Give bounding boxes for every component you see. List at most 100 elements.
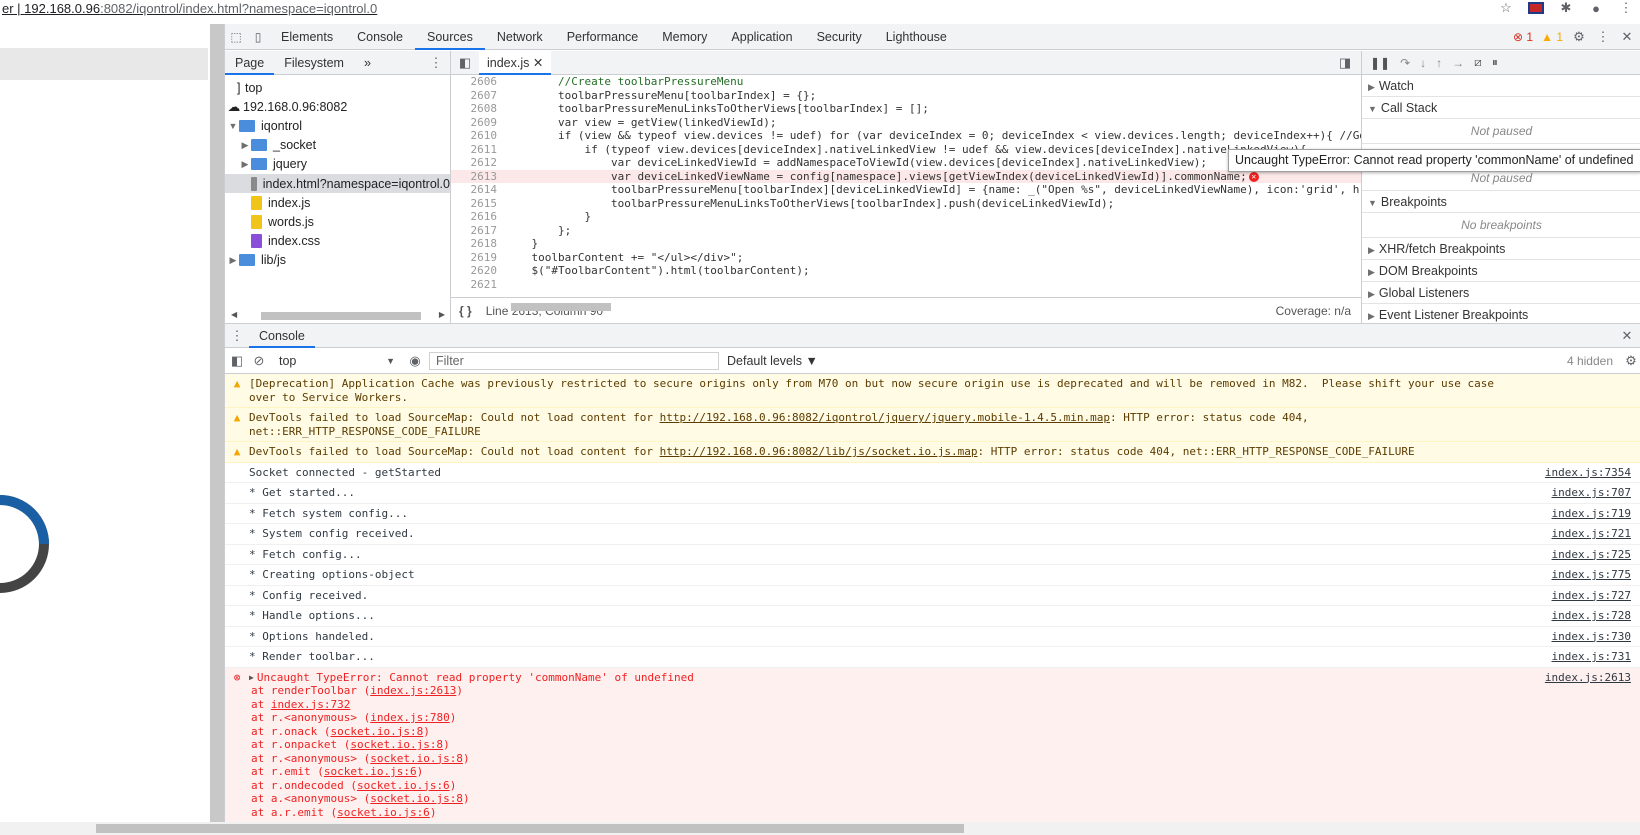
live-expression-eye-icon[interactable]: ◉ bbox=[407, 353, 423, 369]
tab-network[interactable]: Network bbox=[485, 24, 555, 50]
code-line[interactable]: 2611 if (typeof view.devices[deviceIndex… bbox=[451, 143, 1361, 157]
tab-console-drawer[interactable]: Console bbox=[249, 324, 315, 348]
section-call-stack[interactable]: ▼ Call Stack bbox=[1362, 97, 1640, 119]
code-line[interactable]: 2613 var deviceLinkedViewName = config[n… bbox=[451, 169, 1361, 184]
step-icon[interactable]: → bbox=[1452, 56, 1464, 70]
more-tabs-icon[interactable]: » bbox=[354, 51, 381, 75]
drawer-menu-icon[interactable]: ⋮ bbox=[229, 328, 245, 344]
section-global-listeners[interactable]: ▶ Global Listeners bbox=[1362, 282, 1640, 304]
line-number[interactable]: 2612 bbox=[451, 156, 505, 170]
code-line[interactable]: 2616 } bbox=[451, 210, 1361, 224]
console-error[interactable]: ⊗ ▶ Uncaught TypeError: Cannot read proper… bbox=[225, 667, 1640, 823]
frame-link[interactable]: socket.io.js:8 bbox=[370, 792, 463, 805]
line-number[interactable]: 2611 bbox=[451, 143, 505, 157]
frame-link[interactable]: socket.io.js:8 bbox=[350, 738, 443, 751]
clear-console-icon[interactable]: ⊘ bbox=[251, 353, 267, 369]
deactivate-breakpoints-icon[interactable]: ⧄ bbox=[1474, 55, 1482, 70]
line-number[interactable]: 2621 bbox=[451, 278, 505, 290]
code-line[interactable]: 2615 toolbarPressureMenuLinksToOtherView… bbox=[451, 197, 1361, 211]
console-filter-input[interactable] bbox=[429, 351, 719, 370]
console-settings-gear-icon[interactable]: ⚙ bbox=[1623, 353, 1639, 369]
inspect-element-icon[interactable]: ⬚ bbox=[225, 26, 247, 48]
tree-item-index-js[interactable]: index.js bbox=[225, 193, 450, 212]
close-drawer-icon[interactable]: ✕ bbox=[1619, 328, 1635, 344]
source-link[interactable]: index.js:775 bbox=[1552, 568, 1631, 582]
scrollbar-thumb[interactable] bbox=[511, 303, 611, 311]
source-link[interactable]: index.js:727 bbox=[1552, 589, 1631, 603]
close-devtools-icon[interactable]: ✕ bbox=[1619, 29, 1635, 45]
code-line[interactable]: 2617 }; bbox=[451, 224, 1361, 238]
line-number[interactable]: 2620 bbox=[451, 264, 505, 278]
device-toolbar-icon[interactable]: ▯ bbox=[247, 26, 269, 48]
source-link[interactable]: index.js:731 bbox=[1552, 650, 1631, 664]
frame-link[interactable]: index.js:2613 bbox=[370, 684, 456, 697]
scroll-right-icon[interactable]: ▶ bbox=[439, 310, 445, 319]
section-breakpoints[interactable]: ▼ Breakpoints bbox=[1362, 191, 1640, 213]
code-line[interactable]: 2608 toolbarPressureMenuLinksToOtherView… bbox=[451, 102, 1361, 116]
step-out-icon[interactable]: ↑ bbox=[1436, 56, 1442, 70]
line-number[interactable]: 2613 bbox=[451, 170, 505, 184]
scrollbar-thumb[interactable] bbox=[261, 312, 421, 320]
section-dom-breakpoints[interactable]: ▶ DOM Breakpoints bbox=[1362, 260, 1640, 282]
expand-right-icon[interactable]: ▶ bbox=[249, 671, 254, 685]
tree-item-socket[interactable]: ▶ _socket bbox=[225, 136, 450, 155]
more-options-icon[interactable]: ⋮ bbox=[1595, 29, 1611, 45]
url-text[interactable]: er | 192.168.0.96:8082/iqontrol/index.ht… bbox=[2, 1, 377, 16]
code-line[interactable]: 2619 toolbarContent += "</ul></div>"; bbox=[451, 251, 1361, 265]
expand-down-icon[interactable]: ▼ bbox=[227, 121, 239, 131]
tree-item-lib-js[interactable]: ▶ lib/js bbox=[225, 251, 450, 270]
line-number[interactable]: 2616 bbox=[451, 210, 505, 224]
tab-security[interactable]: Security bbox=[805, 24, 874, 50]
step-into-icon[interactable]: ↓ bbox=[1420, 56, 1426, 70]
line-number[interactable]: 2619 bbox=[451, 251, 505, 265]
code-line[interactable]: 2607 toolbarPressureMenu[toolbarIndex] =… bbox=[451, 89, 1361, 103]
source-link[interactable]: index.js:719 bbox=[1552, 507, 1631, 521]
code-line[interactable]: 2609 var view = getView(linkedViewId); bbox=[451, 116, 1361, 130]
frame-link[interactable]: socket.io.js:6 bbox=[337, 806, 430, 819]
profile-avatar-icon[interactable]: ● bbox=[1588, 0, 1604, 16]
extensions-puzzle-icon[interactable]: ✱ bbox=[1558, 0, 1574, 16]
extension-icon[interactable] bbox=[1528, 2, 1544, 14]
pretty-print-icon[interactable]: { } bbox=[459, 304, 472, 318]
tree-item-iqontrol[interactable]: ▼ iqontrol bbox=[225, 116, 450, 135]
line-number[interactable]: 2609 bbox=[451, 116, 505, 130]
navigator-menu-icon[interactable]: ⋮ bbox=[428, 55, 444, 71]
tab-elements[interactable]: Elements bbox=[269, 24, 345, 50]
code-line[interactable]: 2621 bbox=[451, 278, 1361, 290]
tab-application[interactable]: Application bbox=[719, 24, 804, 50]
sourcemap-link[interactable]: http://192.168.0.96:8082/iqontrol/jquery… bbox=[660, 411, 1110, 424]
source-link[interactable]: index.js:707 bbox=[1552, 486, 1631, 500]
editor-tab-index-js[interactable]: index.js ✕ bbox=[479, 50, 552, 75]
expand-right-icon[interactable]: ▶ bbox=[239, 159, 251, 170]
tab-lighthouse[interactable]: Lighthouse bbox=[874, 24, 959, 50]
error-marker-icon[interactable]: ✕ bbox=[1248, 171, 1259, 182]
code-line[interactable]: 2606 //Create toolbarPressureMenu bbox=[451, 75, 1361, 89]
frame-link[interactable]: index.js:732 bbox=[271, 698, 350, 711]
tab-page[interactable]: Page bbox=[225, 51, 275, 75]
tree-item-top[interactable]: ] top bbox=[225, 78, 450, 97]
toggle-navigator-icon[interactable]: ◧ bbox=[457, 55, 473, 71]
log-levels-dropdown[interactable]: Default levels ▼ bbox=[727, 354, 818, 368]
expand-right-icon[interactable]: ▶ bbox=[239, 140, 251, 151]
browser-menu-icon[interactable]: ⋮ bbox=[1618, 0, 1634, 16]
code-line[interactable]: 2614 toolbarPressureMenu[toolbarIndex][d… bbox=[451, 183, 1362, 197]
tab-console[interactable]: Console bbox=[345, 24, 415, 50]
close-tab-icon[interactable]: ✕ bbox=[533, 56, 543, 70]
error-header[interactable]: ⊗ ▶ Uncaught TypeError: Cannot read proper… bbox=[225, 671, 1640, 685]
line-number[interactable]: 2607 bbox=[451, 89, 505, 103]
tab-performance[interactable]: Performance bbox=[555, 24, 651, 50]
tree-item-jquery[interactable]: ▶ jquery bbox=[225, 155, 450, 174]
address-bar[interactable]: er | 192.168.0.96:8082/iqontrol/index.ht… bbox=[0, 0, 1640, 16]
code-lines[interactable]: 2606 //Create toolbarPressureMenu 2607 to… bbox=[451, 75, 1361, 289]
sourcemap-link[interactable]: http://192.168.0.96:8082/lib/js/socket.i… bbox=[660, 445, 978, 458]
line-number[interactable]: 2610 bbox=[451, 129, 505, 143]
section-watch[interactable]: ▶ Watch bbox=[1362, 75, 1640, 97]
line-number[interactable]: 2618 bbox=[451, 237, 505, 251]
section-xhr-breakpoints[interactable]: ▶ XHR/fetch Breakpoints bbox=[1362, 238, 1640, 260]
scrollbar-thumb[interactable] bbox=[96, 824, 964, 833]
tab-memory[interactable]: Memory bbox=[650, 24, 719, 50]
tree-item-words-js[interactable]: words.js bbox=[225, 212, 450, 231]
frame-link[interactable]: socket.io.js:6 bbox=[357, 779, 450, 792]
error-counter[interactable]: ⊗ 1 bbox=[1513, 30, 1533, 44]
console-sidebar-icon[interactable]: ◧ bbox=[229, 353, 245, 369]
